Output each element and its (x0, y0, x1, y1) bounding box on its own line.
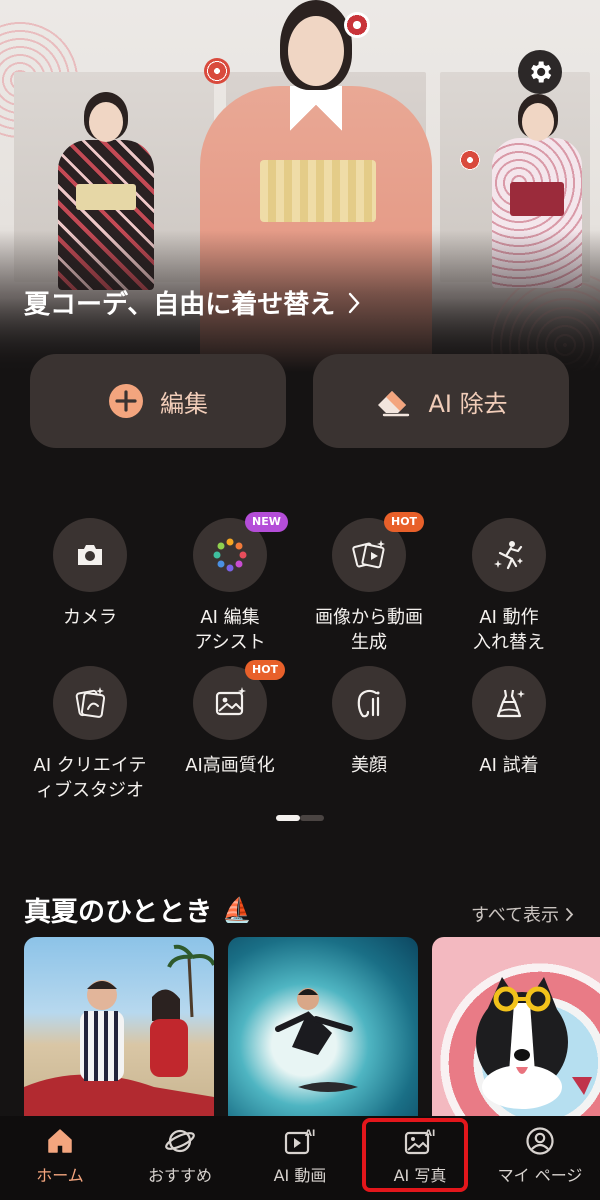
image-to-video-icon (352, 540, 385, 569)
tool-icon-circle (332, 666, 406, 740)
creative-studio-icon (75, 687, 106, 718)
ai-erase-button[interactable]: AI 除去 (313, 354, 569, 448)
nav-label: ホーム (36, 1166, 84, 1185)
face-beauty-icon (357, 689, 380, 718)
nav-ai-photo[interactable]: AI AI 写真 (360, 1116, 480, 1200)
settings-button[interactable] (518, 50, 562, 94)
see-all-label: すべて表示 (470, 905, 559, 926)
hero-title-text: 夏コーデ、自由に着せ替え (24, 290, 336, 320)
section-title: 真夏のひととき ⛵ (24, 890, 252, 929)
svg-text:AI: AI (305, 1129, 315, 1139)
tool-ai-edit-assist[interactable]: NEW AI 編集 アシスト (160, 512, 300, 655)
chevron-right-icon (566, 907, 574, 921)
tool-label: AI クリエイテ ィブスタジオ (33, 755, 147, 801)
template-card-beach-couple[interactable] (24, 937, 214, 1117)
new-badge: NEW (245, 512, 288, 532)
section-title-text: 真夏のひととき (24, 897, 213, 928)
tool-label: AI 編集 アシスト (194, 607, 266, 653)
edit-button[interactable]: 編集 (30, 354, 286, 448)
plus-circle-icon (109, 384, 143, 418)
tool-ai-upscale[interactable]: HOT AI高画質化 (160, 660, 300, 778)
nav-label: おすすめ (147, 1166, 212, 1185)
tool-label: AI 動作 入れ替え (473, 607, 545, 653)
hero-title[interactable]: 夏コーデ、自由に着せ替え (24, 284, 361, 321)
hot-badge: HOT (384, 512, 425, 532)
chevron-right-icon (349, 292, 360, 313)
nav-recommended[interactable]: おすすめ (120, 1116, 240, 1200)
tool-ai-try-on[interactable]: AI 試着 (439, 666, 579, 778)
tool-camera[interactable]: カメラ (20, 518, 160, 630)
tool-image-to-video[interactable]: HOT 画像から動画 生成 (299, 512, 439, 655)
ai-photo-icon: AI (404, 1129, 435, 1155)
tool-label: AI 試着 (479, 755, 539, 776)
eraser-icon (378, 391, 410, 417)
color-palette-icon (213, 538, 247, 572)
plum-blossom-icon (460, 150, 480, 170)
ai-erase-button-label: AI 除去 (428, 389, 508, 418)
tool-label: カメラ (63, 607, 117, 628)
template-card-dog-pool[interactable] (432, 937, 600, 1117)
tool-icon-circle (472, 666, 546, 740)
tool-icon-circle (472, 518, 546, 592)
page-dot (300, 815, 324, 821)
hot-badge: HOT (245, 660, 286, 680)
tool-label: AI高画質化 (185, 755, 275, 776)
tool-icon-circle: HOT (332, 512, 425, 592)
template-card-surfing[interactable] (228, 937, 418, 1117)
page-indicator (276, 815, 324, 821)
beach-couple-thumbnail (24, 944, 214, 1117)
nav-ai-video[interactable]: AI AI 動画 (240, 1116, 360, 1200)
planet-icon (165, 1129, 195, 1153)
nav-label: AI 写真 (393, 1166, 447, 1185)
nav-home[interactable]: ホーム (0, 1116, 120, 1200)
profile-icon (526, 1127, 554, 1155)
edit-button-label: 編集 (160, 389, 208, 418)
tool-label: 画像から動画 生成 (315, 607, 423, 653)
tool-beauty-face[interactable]: 美顔 (299, 666, 439, 778)
nav-label: AI 動画 (273, 1166, 327, 1185)
tool-icon-circle (53, 518, 127, 592)
page-dot-active (276, 815, 300, 821)
tool-icon-circle (53, 666, 127, 740)
gear-icon (531, 61, 552, 83)
image-enhance-icon (215, 687, 246, 716)
hero-banner[interactable]: 夏コーデ、自由に着せ替え (0, 0, 600, 372)
tool-label: 美顔 (351, 755, 387, 776)
tool-ai-motion-swap[interactable]: AI 動作 入れ替え (439, 518, 579, 655)
tool-icon-circle: NEW (193, 512, 288, 592)
tool-ai-creative-studio[interactable]: AI クリエイテ ィブスタジオ (20, 666, 160, 803)
sailboat-icon: ⛵ (222, 895, 253, 924)
surfing-thumbnail (275, 988, 358, 1092)
see-all-link[interactable]: すべて表示 (471, 901, 574, 927)
ai-video-icon: AI (284, 1129, 315, 1155)
dress-tryon-icon (496, 689, 525, 718)
dance-motion-icon (494, 541, 523, 570)
nav-label: マイ ページ (497, 1166, 583, 1185)
svg-text:AI: AI (425, 1129, 435, 1139)
camera-icon (78, 545, 102, 565)
tool-icon-circle: HOT (193, 660, 286, 740)
nav-my-page[interactable]: マイ ページ (480, 1116, 600, 1200)
home-icon (48, 1129, 72, 1153)
bottom-navigation: ホーム おすすめ AI AI 動画 AI AI 写真 マイ ページ (0, 1116, 600, 1200)
dog-thumbnail (476, 977, 592, 1109)
